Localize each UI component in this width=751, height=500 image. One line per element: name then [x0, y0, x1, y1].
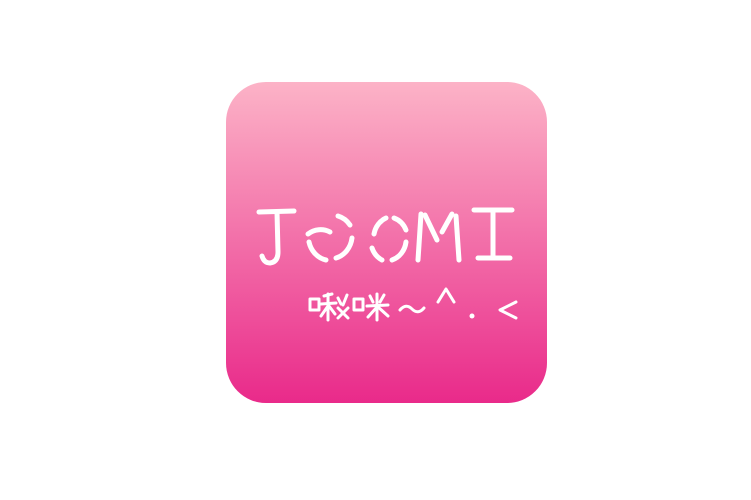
icon-background: [226, 82, 547, 403]
joomi-logo-graphic: [226, 82, 547, 403]
tagline-dot: [469, 313, 475, 319]
joomi-app-icon[interactable]: [226, 82, 547, 403]
canvas: [0, 0, 751, 500]
